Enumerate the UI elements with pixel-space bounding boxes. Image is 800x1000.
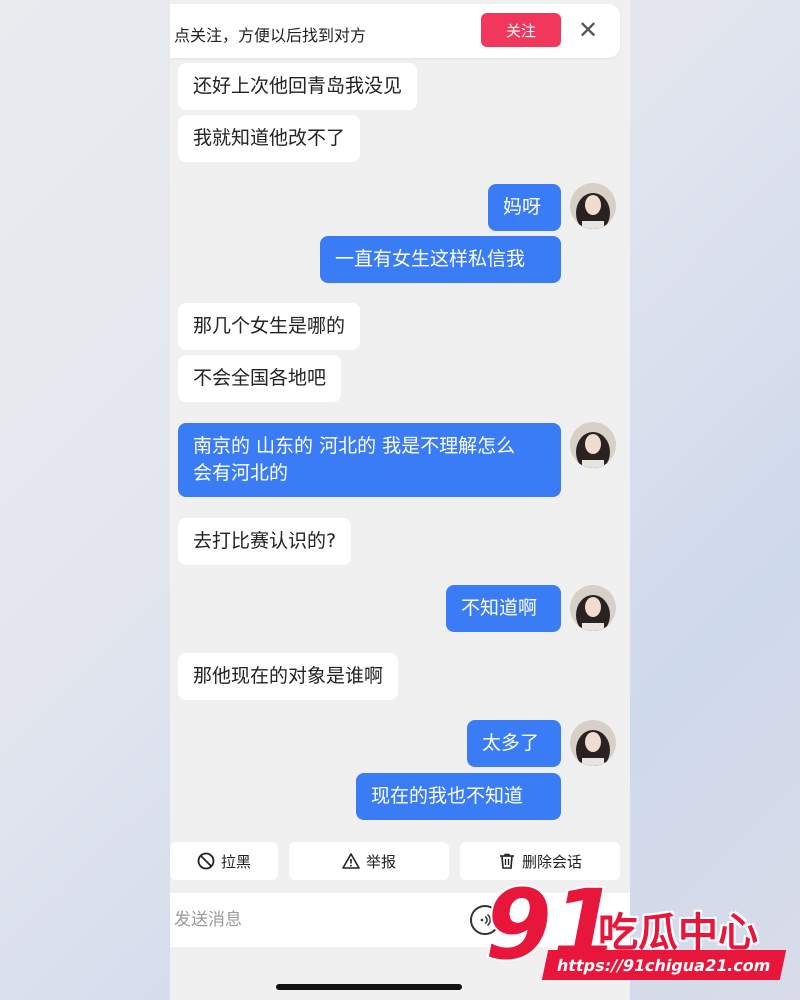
avatar[interactable] (570, 585, 616, 631)
message-outgoing: 一直有女生这样私信我 (320, 236, 561, 283)
message-text: 我就知道他改不了 (193, 127, 346, 149)
message-outgoing: 不知道啊 (446, 585, 561, 632)
message-outgoing: 现在的我也不知道 (356, 773, 561, 820)
message-outgoing: 南京的 山东的 河北的 我是不理解怎么 会有河北的 (178, 423, 561, 497)
message-text: 去打比赛认识的? (193, 530, 337, 552)
message-text: 那他现在的对象是谁啊 (193, 665, 384, 687)
home-indicator (276, 984, 462, 990)
message-outgoing: 太多了 (467, 720, 561, 767)
message-text: 还好上次他回青岛我没见 (193, 75, 403, 97)
message-incoming: 去打比赛认识的? (178, 518, 352, 565)
report-button[interactable]: 举报 (289, 842, 449, 880)
block-button[interactable]: 拉黑 (170, 842, 278, 880)
message-text: 不知道啊 (461, 597, 538, 619)
message-text: 现在的我也不知道 (371, 785, 524, 807)
avatar[interactable] (570, 422, 616, 468)
message-incoming: 还好上次他回青岛我没见 (178, 63, 418, 110)
follow-banner: 点关注，方便以后找到对方 关注 ✕ (170, 4, 620, 58)
message-incoming: 我就知道他改不了 (178, 115, 361, 162)
message-text-line: 南京的 山东的 河北的 我是不理解怎么 (193, 435, 516, 457)
message-incoming: 那他现在的对象是谁啊 (178, 653, 399, 700)
message-text: 一直有女生这样私信我 (335, 248, 526, 270)
block-label: 拉黑 (220, 852, 251, 871)
message-outgoing: 妈呀 (488, 184, 561, 231)
chat-screen: 点关注，方便以后找到对方 关注 ✕ 还好上次他回青岛我没见 我就知道他改不了 妈… (170, 0, 630, 1000)
message-text: 那几个女生是哪的 (193, 315, 346, 337)
report-label: 举报 (365, 852, 396, 871)
avatar[interactable] (570, 183, 616, 229)
message-text: 妈呀 (503, 196, 542, 218)
block-icon (197, 852, 215, 870)
message-text-line: 会有河北的 (193, 462, 289, 484)
message-incoming: 不会全国各地吧 (178, 355, 342, 402)
avatar[interactable] (570, 720, 616, 766)
message-incoming: 那几个女生是哪的 (178, 303, 361, 350)
message-text: 不会全国各地吧 (193, 367, 327, 389)
watermark-url: https://91chigua21.com (541, 950, 787, 980)
message-input[interactable] (170, 893, 450, 947)
follow-banner-text: 点关注，方便以后找到对方 (174, 26, 367, 45)
message-text: 太多了 (482, 732, 540, 754)
follow-button[interactable]: 关注 (481, 13, 561, 47)
warning-icon (342, 853, 360, 869)
close-icon[interactable]: ✕ (576, 16, 600, 44)
